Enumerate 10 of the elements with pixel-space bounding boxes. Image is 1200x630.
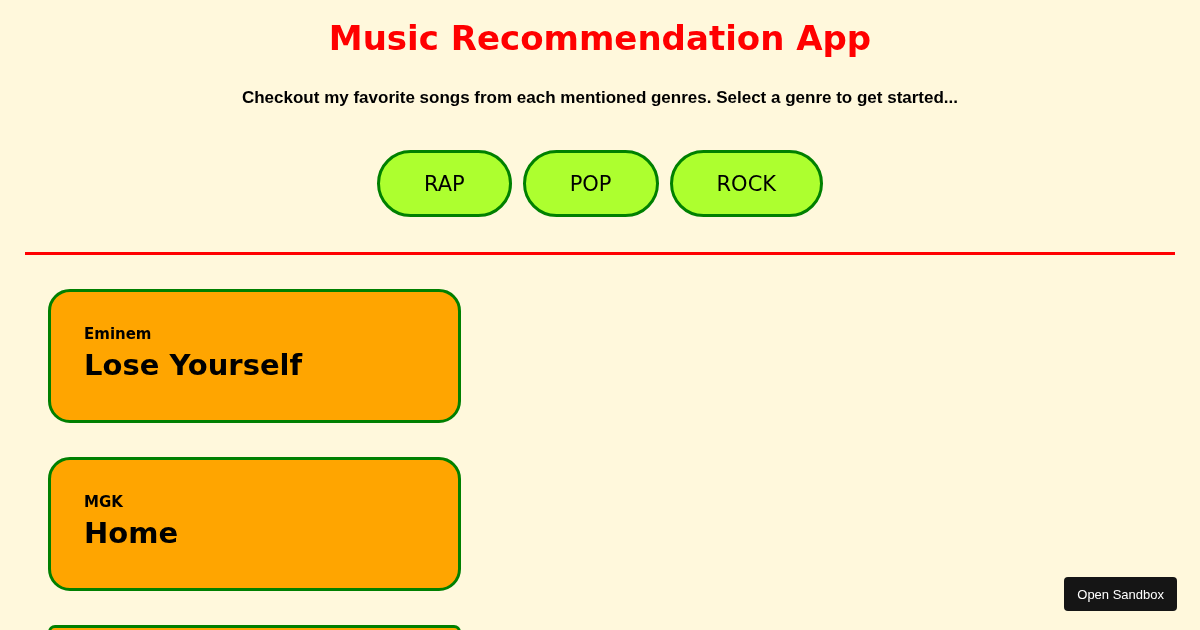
app-title: Music Recommendation App (328, 18, 872, 58)
genre-button[interactable]: POP (522, 150, 659, 217)
song-title: Lose Yourself (84, 347, 303, 383)
artist-name: Eminem (84, 325, 152, 343)
genre-button[interactable]: RAP (376, 150, 512, 217)
app-subtitle: Checkout my favorite songs from each mentioned genres. Select a genre to get started... (241, 87, 959, 109)
song-title: Home (84, 515, 179, 551)
genre-button[interactable]: ROCK (669, 150, 824, 217)
artist-name: MGK (84, 493, 123, 511)
open-sandbox-button[interactable]: Open Sandbox (1064, 577, 1177, 611)
